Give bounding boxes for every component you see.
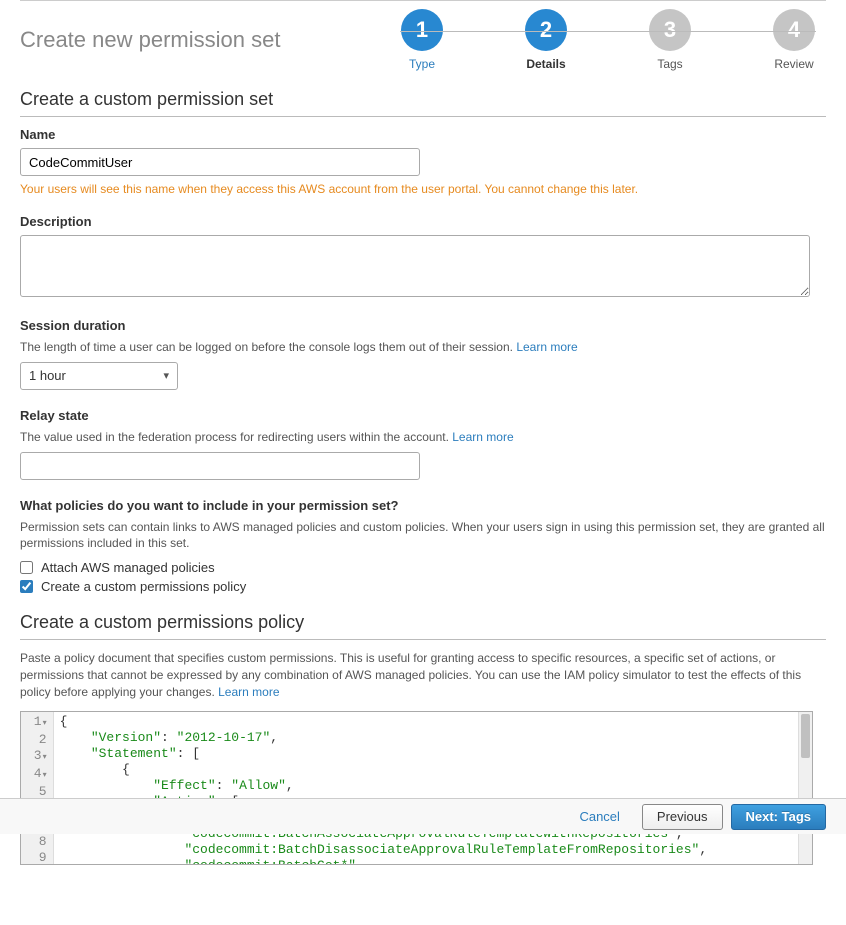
footer-actions: Cancel Previous Next: Tags xyxy=(0,798,846,834)
editor-code[interactable]: { "Version": "2012-10-17", "Statement": … xyxy=(54,712,798,864)
policies-label: What policies do you want to include in … xyxy=(20,498,826,513)
checkbox-attach-managed[interactable]: Attach AWS managed policies xyxy=(20,560,826,575)
wizard-step-number: 2 xyxy=(525,9,567,51)
wizard-step-number: 1 xyxy=(401,9,443,51)
relay-help: The value used in the federation process… xyxy=(20,429,826,446)
name-warning: Your users will see this name when they … xyxy=(20,182,826,196)
field-name: Name Your users will see this name when … xyxy=(20,127,826,196)
relay-label: Relay state xyxy=(20,408,826,423)
attach-managed-checkbox[interactable] xyxy=(20,561,33,574)
section-heading-custom-policy: Create a custom permissions policy xyxy=(20,612,826,640)
session-duration-value: 1 hour xyxy=(29,368,66,383)
description-textarea[interactable] xyxy=(20,235,810,297)
editor-scrollbar[interactable] xyxy=(798,712,812,864)
wizard-step-label: Type xyxy=(409,57,435,71)
wizard-step-label: Tags xyxy=(657,57,682,71)
custom-policy-help: Paste a policy document that specifies c… xyxy=(20,650,826,700)
name-label: Name xyxy=(20,127,826,142)
attach-managed-label: Attach AWS managed policies xyxy=(41,560,215,575)
field-policies: What policies do you want to include in … xyxy=(20,498,826,595)
cancel-button[interactable]: Cancel xyxy=(565,804,633,830)
custom-policy-learn-link[interactable]: Learn more xyxy=(218,685,279,699)
next-button[interactable]: Next: Tags xyxy=(731,804,827,830)
wizard-step-label: Details xyxy=(526,57,565,71)
wizard-step-label: Review xyxy=(774,57,813,71)
wizard-step-number: 3 xyxy=(649,9,691,51)
wizard-step-number: 4 xyxy=(773,9,815,51)
wizard-step-type[interactable]: 1 Type xyxy=(400,9,444,71)
name-input[interactable] xyxy=(20,148,420,176)
header-row: Create new permission set 1 Type 2 Detai… xyxy=(20,0,826,79)
session-help-text: The length of time a user can be logged … xyxy=(20,340,516,354)
field-session-duration: Session duration The length of time a us… xyxy=(20,318,826,390)
wizard-line xyxy=(400,31,816,32)
wizard-step-review[interactable]: 4 Review xyxy=(772,9,816,71)
relay-state-input[interactable] xyxy=(20,452,420,480)
section-heading-custom-set: Create a custom permission set xyxy=(20,89,826,117)
session-help: The length of time a user can be logged … xyxy=(20,339,826,356)
wizard-step-tags[interactable]: 3 Tags xyxy=(648,9,692,71)
policies-help: Permission sets can contain links to AWS… xyxy=(20,519,826,553)
session-duration-select[interactable]: 1 hour xyxy=(20,362,178,390)
description-label: Description xyxy=(20,214,826,229)
custom-policy-help-text: Paste a policy document that specifies c… xyxy=(20,651,801,699)
session-learn-link[interactable]: Learn more xyxy=(516,340,577,354)
session-label: Session duration xyxy=(20,318,826,333)
wizard-step-details[interactable]: 2 Details xyxy=(524,9,568,71)
editor-gutter: 12345678910 xyxy=(21,712,54,864)
page-title: Create new permission set xyxy=(20,27,280,53)
wizard-stepper: 1 Type 2 Details 3 Tags 4 Review xyxy=(280,9,826,71)
policy-editor[interactable]: 12345678910 { "Version": "2012-10-17", "… xyxy=(20,711,813,865)
create-custom-checkbox[interactable] xyxy=(20,580,33,593)
relay-help-text: The value used in the federation process… xyxy=(20,430,452,444)
field-relay-state: Relay state The value used in the federa… xyxy=(20,408,826,480)
previous-button[interactable]: Previous xyxy=(642,804,723,830)
create-custom-label: Create a custom permissions policy xyxy=(41,579,246,594)
editor-scrollbar-thumb[interactable] xyxy=(801,714,810,758)
relay-learn-link[interactable]: Learn more xyxy=(452,430,513,444)
field-description: Description xyxy=(20,214,826,300)
checkbox-create-custom[interactable]: Create a custom permissions policy xyxy=(20,579,826,594)
